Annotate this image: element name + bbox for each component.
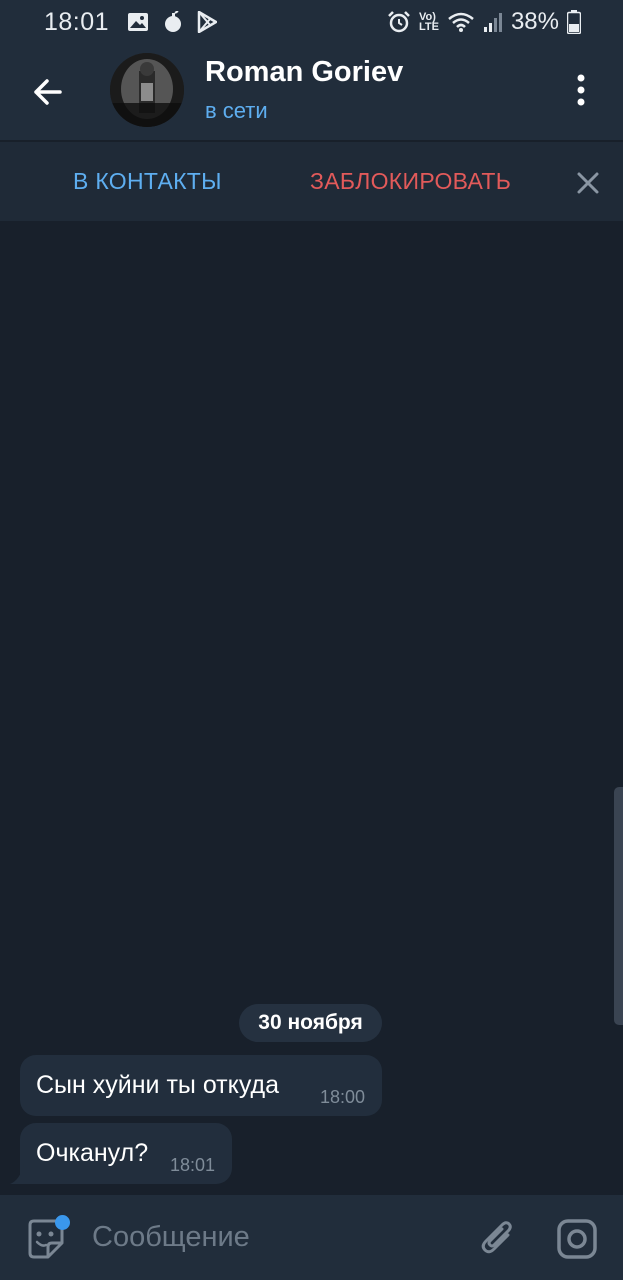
bubble-tail	[10, 1164, 24, 1184]
image-icon	[128, 13, 149, 31]
message-time: 18:00	[320, 1087, 366, 1107]
volte-label-bottom: LTE	[418, 21, 439, 33]
status-left-icons	[127, 11, 218, 33]
close-icon[interactable]	[573, 168, 603, 198]
message-input-bar	[0, 1195, 623, 1280]
incoming-message[interactable]: Очканул? 18:01	[20, 1123, 232, 1184]
message-time: 18:01	[170, 1155, 216, 1175]
more-vert-icon[interactable]	[566, 70, 596, 114]
wifi-icon	[448, 12, 474, 32]
incoming-message[interactable]: Сын хуйни ты откуда 18:00	[20, 1055, 382, 1116]
play-store-icon	[197, 11, 218, 33]
paperclip-icon[interactable]	[478, 1217, 518, 1261]
avatar[interactable]	[110, 53, 184, 127]
message-input[interactable]	[90, 1215, 450, 1259]
signal-icon	[483, 13, 502, 32]
add-to-contacts-button[interactable]: В КОНТАКТЫ	[73, 168, 222, 195]
contact-name[interactable]: Roman Goriev	[205, 56, 403, 89]
camera-icon[interactable]	[555, 1217, 599, 1261]
chat-scrollbar[interactable]	[614, 787, 623, 1025]
battery-icon	[567, 10, 581, 34]
volte-icon: Vo) LTE	[418, 12, 439, 33]
date-separator: 30 ноября	[239, 1004, 382, 1042]
message-text: Очканул?	[36, 1139, 149, 1167]
contact-action-bar: В КОНТАКТЫ ЗАБЛОКИРОВАТЬ	[0, 140, 623, 221]
block-user-button[interactable]: ЗАБЛОКИРОВАТЬ	[310, 168, 511, 195]
status-right-icons: Vo) LTE 38%	[387, 8, 581, 36]
battery-percent: 38%	[510, 8, 559, 35]
contact-status: в сети	[205, 98, 268, 123]
sticker-notification-dot	[55, 1215, 70, 1230]
message-text: Сын хуйни ты откуда	[36, 1071, 280, 1099]
alarm-icon	[388, 11, 410, 33]
chat-header: Roman Goriev в сети	[0, 44, 623, 140]
status-time: 18:01	[44, 7, 110, 36]
back-arrow-icon[interactable]	[28, 72, 68, 112]
bomb-icon	[165, 11, 182, 32]
avatar-image	[110, 53, 184, 127]
status-bar: 18:01 Vo) LTE 38%	[0, 0, 623, 44]
